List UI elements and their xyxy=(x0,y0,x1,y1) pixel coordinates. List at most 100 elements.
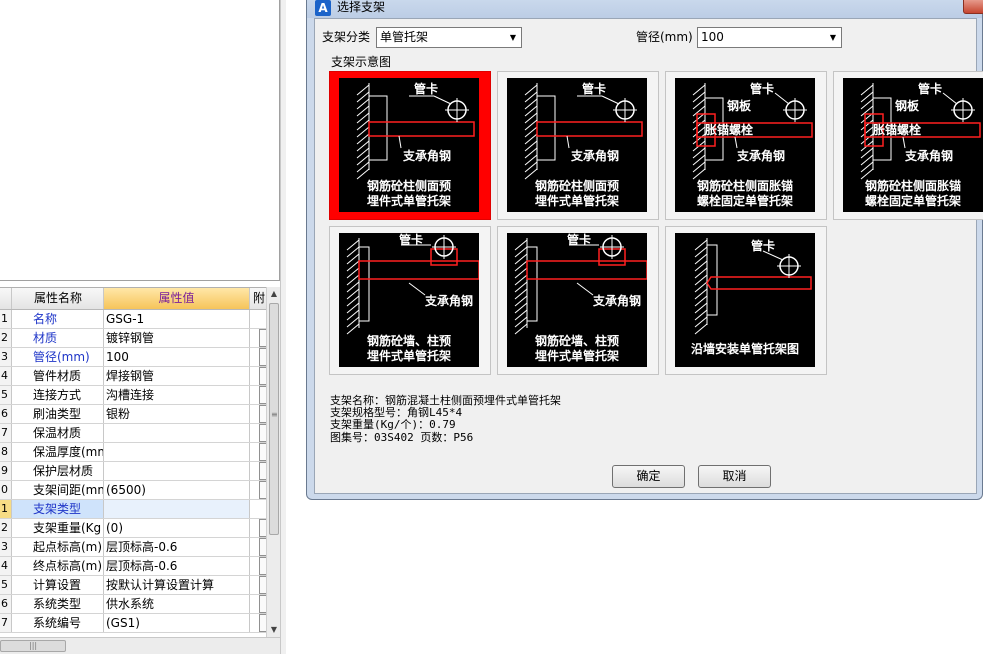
attach-checkbox-icon[interactable] xyxy=(259,614,266,632)
property-value[interactable]: 层顶标高-0.6 xyxy=(104,538,250,556)
diameter-select[interactable]: 100 ▼ xyxy=(697,27,842,48)
grid-vertical-scrollbar[interactable]: ▲ ≡ ▼ xyxy=(266,287,280,637)
property-name: 管件材质 xyxy=(12,367,104,385)
hscroll-thumb[interactable]: ||| xyxy=(0,640,66,652)
scroll-down-icon[interactable]: ▼ xyxy=(267,623,281,637)
attach-cell[interactable] xyxy=(250,405,266,423)
property-value[interactable]: (GS1) xyxy=(104,614,250,632)
property-value[interactable] xyxy=(104,424,250,442)
panel-splitter[interactable] xyxy=(280,0,286,654)
attach-checkbox-icon[interactable] xyxy=(259,386,266,404)
chevron-down-icon[interactable]: ▼ xyxy=(825,28,841,47)
attach-cell[interactable] xyxy=(250,443,266,461)
grid-row[interactable]: 6 系统类型 供水系统 xyxy=(0,595,266,614)
grid-row[interactable]: 9 保护层材质 xyxy=(0,462,266,481)
grid-header-value[interactable]: 属性值 xyxy=(104,288,250,309)
attach-checkbox-icon[interactable] xyxy=(259,557,266,575)
attach-cell[interactable] xyxy=(250,462,266,480)
property-value[interactable]: 镀锌钢管 xyxy=(104,329,250,347)
property-value[interactable]: 层顶标高-0.6 xyxy=(104,557,250,575)
attach-cell[interactable] xyxy=(250,500,266,518)
category-select[interactable]: 单管托架 ▼ xyxy=(376,27,522,48)
scroll-up-icon[interactable]: ▲ xyxy=(267,287,281,301)
property-value[interactable] xyxy=(104,500,250,518)
attach-checkbox-icon[interactable] xyxy=(259,595,266,613)
attach-checkbox-icon[interactable] xyxy=(259,538,266,556)
drawing-area[interactable] xyxy=(0,0,280,281)
diagram-gallery: 管卡 支承角钢 钢筋砼柱侧面预 埋件式单管托架 管卡 支承角钢 钢筋砼柱侧面预 埋件式单管托架… xyxy=(329,71,983,399)
grid-row[interactable]: 2 支架重量(Kg (0) xyxy=(0,519,266,538)
grid-horizontal-scrollbar[interactable]: ||| xyxy=(0,637,280,654)
grid-row[interactable]: 7 系统编号 (GS1) xyxy=(0,614,266,633)
grid-row[interactable]: 0 支架间距(mm (6500) xyxy=(0,481,266,500)
attach-cell[interactable] xyxy=(250,538,266,556)
row-number: 0 xyxy=(0,481,12,499)
attach-checkbox-icon[interactable] xyxy=(259,329,266,347)
close-button[interactable] xyxy=(963,0,983,14)
property-value[interactable] xyxy=(104,462,250,480)
support-tile[interactable]: 管卡 沿墙安装单管托架图 xyxy=(665,226,827,375)
attach-cell[interactable] xyxy=(250,557,266,575)
property-name: 支架重量(Kg xyxy=(12,519,104,537)
grid-row[interactable]: 8 保温厚度(mm xyxy=(0,443,266,462)
attach-checkbox-icon[interactable] xyxy=(259,424,266,442)
attach-cell[interactable] xyxy=(250,310,266,328)
attach-cell[interactable] xyxy=(250,481,266,499)
support-diagram: 管卡支承角钢钢筋砼柱侧面预埋件式单管托架 xyxy=(507,78,647,212)
grid-row[interactable]: 5 计算设置 按默认计算设置计算 xyxy=(0,576,266,595)
property-value[interactable]: 焊接钢管 xyxy=(104,367,250,385)
attach-checkbox-icon[interactable] xyxy=(259,462,266,480)
grid-row[interactable]: 4 终点标高(m) 层顶标高-0.6 xyxy=(0,557,266,576)
attach-checkbox-icon[interactable] xyxy=(259,481,266,499)
ok-button[interactable]: 确定 xyxy=(612,465,685,488)
property-value[interactable]: 银粉 xyxy=(104,405,250,423)
support-tile[interactable]: 管卡 支承角钢 钢筋砼柱侧面预 埋件式单管托架 xyxy=(329,71,491,220)
support-tile[interactable]: 管卡 支承角钢 钢筋砼墙、柱预 埋件式单管托架 xyxy=(497,226,659,375)
support-tile[interactable]: 管卡 钢板 胀锚螺栓 支承角钢 钢筋砼柱侧面胀锚 螺栓固定单管托架 xyxy=(665,71,827,220)
attach-cell[interactable] xyxy=(250,329,266,347)
property-value[interactable]: GSG-1 xyxy=(104,310,250,328)
support-tile[interactable]: 管卡 支承角钢 钢筋砼柱侧面预 埋件式单管托架 xyxy=(497,71,659,220)
property-value[interactable]: 按默认计算设置计算 xyxy=(104,576,250,594)
grid-row[interactable]: 7 保温材质 xyxy=(0,424,266,443)
property-value[interactable]: 沟槽连接 xyxy=(104,386,250,404)
grid-row[interactable]: 1 支架类型 xyxy=(0,500,266,519)
grid-header-attach[interactable]: 附 xyxy=(250,288,266,309)
attach-checkbox-icon[interactable] xyxy=(259,576,266,594)
row-number: 3 xyxy=(0,348,12,366)
grid-row[interactable]: 4 管件材质 焊接钢管 xyxy=(0,367,266,386)
attach-cell[interactable] xyxy=(250,424,266,442)
attach-cell[interactable] xyxy=(250,519,266,537)
attach-cell[interactable] xyxy=(250,614,266,632)
attach-checkbox-icon[interactable] xyxy=(259,367,266,385)
attach-cell[interactable] xyxy=(250,386,266,404)
chevron-down-icon[interactable]: ▼ xyxy=(505,28,521,47)
support-diagram: 管卡沿墙安装单管托架图 xyxy=(675,233,815,367)
grid-row[interactable]: 3 起点标高(m) 层顶标高-0.6 xyxy=(0,538,266,557)
cancel-button[interactable]: 取消 xyxy=(698,465,771,488)
grid-row[interactable]: 6 刷油类型 银粉 xyxy=(0,405,266,424)
support-tile[interactable]: 管卡 支承角钢 钢筋砼墙、柱预 埋件式单管托架 xyxy=(329,226,491,375)
attach-checkbox-icon[interactable] xyxy=(259,519,266,537)
support-tile[interactable]: 管卡 钢板 胀锚螺栓 支承角钢 钢筋砼柱侧面胀锚 螺栓固定单管托架 xyxy=(833,71,983,220)
scroll-thumb[interactable]: ≡ xyxy=(269,303,279,535)
grid-row[interactable]: 3 管径(mm) 100 xyxy=(0,348,266,367)
diagram-title: 埋件式单管托架 xyxy=(367,193,451,208)
attach-cell[interactable] xyxy=(250,348,266,366)
attach-cell[interactable] xyxy=(250,595,266,613)
attach-checkbox-icon[interactable] xyxy=(259,443,266,461)
attach-cell[interactable] xyxy=(250,367,266,385)
property-value[interactable]: 供水系统 xyxy=(104,595,250,613)
property-value[interactable]: 100 xyxy=(104,348,250,366)
property-value[interactable]: (6500) xyxy=(104,481,250,499)
attach-cell[interactable] xyxy=(250,576,266,594)
property-value[interactable]: (0) xyxy=(104,519,250,537)
grid-row[interactable]: 5 连接方式 沟槽连接 xyxy=(0,386,266,405)
grid-header-name[interactable]: 属性名称 xyxy=(12,288,104,309)
grid-row[interactable]: 2 材质 镀锌钢管 xyxy=(0,329,266,348)
attach-checkbox-icon[interactable] xyxy=(259,405,266,423)
dialog-titlebar[interactable]: A 选择支架 xyxy=(307,0,983,18)
property-value[interactable] xyxy=(104,443,250,461)
attach-checkbox-icon[interactable] xyxy=(259,348,266,366)
grid-row[interactable]: 1 名称 GSG-1 xyxy=(0,310,266,329)
